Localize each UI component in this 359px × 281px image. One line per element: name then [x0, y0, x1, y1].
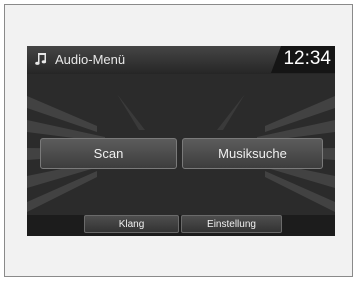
audio-display: Audio-Menü 12:34 Scan Musiksuche Klang E…: [27, 46, 335, 236]
clock: 12:34: [283, 48, 331, 69]
music-note-icon: [35, 53, 47, 65]
musiksuche-button[interactable]: Musiksuche: [182, 138, 323, 169]
screen-title: Audio-Menü: [55, 52, 126, 67]
klang-button[interactable]: Klang: [84, 215, 179, 233]
scan-button-label: Scan: [93, 146, 124, 161]
einstellung-button[interactable]: Einstellung: [181, 215, 282, 233]
scan-button[interactable]: Scan: [40, 138, 177, 169]
klang-button-label: Klang: [118, 218, 145, 230]
musiksuche-button-label: Musiksuche: [218, 146, 287, 161]
header-bar: Audio-Menü 12:34: [27, 46, 335, 74]
einstellung-button-label: Einstellung: [207, 218, 256, 230]
